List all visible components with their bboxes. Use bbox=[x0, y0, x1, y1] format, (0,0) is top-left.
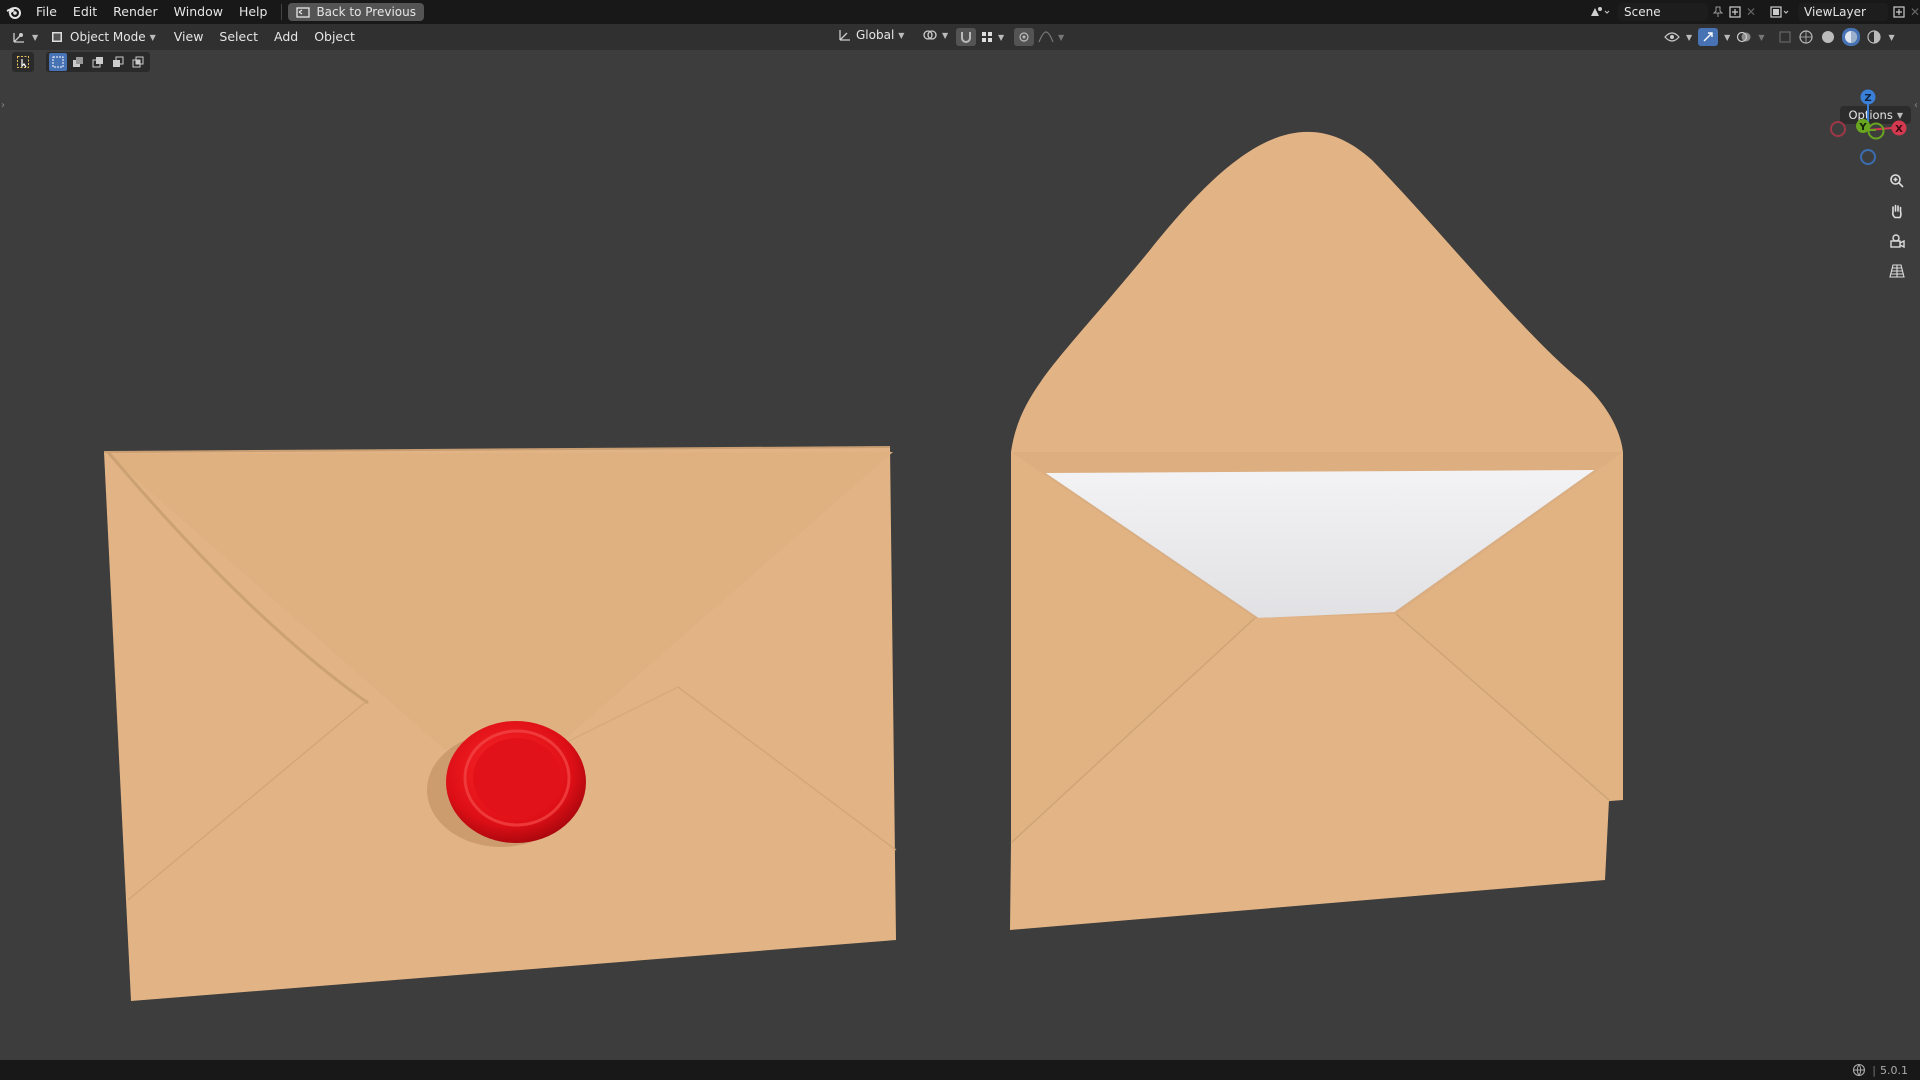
network-globe-icon bbox=[1852, 1063, 1866, 1077]
pivot-icon bbox=[922, 28, 938, 42]
open-envelope-flap bbox=[1011, 131, 1623, 452]
proportional-editing-controls: ▼ bbox=[1014, 28, 1064, 46]
editor-type-selector[interactable]: ▼ bbox=[12, 30, 42, 44]
viewport-display-controls: ▼ ▼ ▼ ▼ bbox=[1664, 28, 1895, 46]
menu-select[interactable]: Select bbox=[211, 25, 266, 49]
status-bar: | 5.0.1 bbox=[0, 1060, 1920, 1080]
solid-shading-icon[interactable] bbox=[1820, 29, 1836, 45]
snapping-controls: ▼ bbox=[956, 28, 1004, 46]
snap-grid-icon[interactable] bbox=[980, 30, 994, 44]
overlays-icon[interactable] bbox=[1736, 30, 1752, 44]
menu-render[interactable]: Render bbox=[105, 0, 166, 24]
rendered-shading-icon[interactable] bbox=[1866, 29, 1882, 45]
proportional-editing-icon[interactable] bbox=[1014, 28, 1034, 46]
pivot-point-selector[interactable]: ▼ bbox=[922, 28, 948, 42]
view-layer-selector: ViewLayer ✕ bbox=[1766, 3, 1920, 21]
material-preview-shading-icon[interactable] bbox=[1842, 28, 1861, 46]
magnet-icon[interactable] bbox=[956, 28, 976, 46]
gizmo-toggle-icon[interactable] bbox=[1698, 28, 1719, 46]
3d-viewport-icon bbox=[12, 30, 28, 44]
menu-add[interactable]: Add bbox=[266, 25, 306, 49]
wax-seal-center bbox=[473, 738, 561, 818]
status-separator: | bbox=[1872, 1063, 1876, 1077]
menu-view[interactable]: View bbox=[166, 25, 212, 49]
menu-file[interactable]: File bbox=[28, 0, 65, 24]
chevron-down-icon: ▼ bbox=[32, 32, 39, 42]
chevron-down-icon: ▼ bbox=[898, 30, 905, 40]
xray-toggle-icon[interactable] bbox=[1778, 30, 1792, 44]
wireframe-shading-icon[interactable] bbox=[1798, 29, 1814, 45]
orientation-label: Global bbox=[856, 28, 895, 42]
chevron-down-icon: ▼ bbox=[998, 32, 1005, 42]
scene-render bbox=[103, 131, 1623, 1001]
transform-orientation-selector[interactable]: Global ▼ bbox=[838, 28, 904, 42]
back-to-previous-button[interactable]: Back to Previous bbox=[288, 3, 424, 21]
menu-window[interactable]: Window bbox=[166, 0, 231, 24]
view-layer-icon[interactable] bbox=[1766, 5, 1794, 19]
back-to-previous-label: Back to Previous bbox=[316, 5, 416, 19]
mode-label: Object Mode bbox=[70, 30, 146, 44]
open-envelope bbox=[1010, 131, 1623, 930]
view-layer-field[interactable]: ViewLayer bbox=[1798, 3, 1888, 21]
falloff-curve-icon[interactable] bbox=[1038, 31, 1054, 43]
menu-edit[interactable]: Edit bbox=[65, 0, 105, 24]
screen-icon bbox=[296, 6, 311, 18]
closed-envelope bbox=[103, 446, 897, 1001]
new-scene-icon[interactable] bbox=[1728, 5, 1742, 19]
close-view-layer-icon[interactable]: ✕ bbox=[1910, 5, 1920, 19]
scene-selector: Scene ✕ bbox=[1586, 3, 1756, 21]
top-bar: File Edit Render Window Help Back to Pre… bbox=[0, 0, 1920, 24]
blender-version: 5.0.1 bbox=[1880, 1063, 1908, 1077]
chevron-down-icon: ▼ bbox=[149, 32, 156, 42]
object-mode-icon bbox=[50, 30, 64, 44]
scene-name: Scene bbox=[1624, 5, 1661, 19]
close-scene-icon[interactable]: ✕ bbox=[1746, 5, 1756, 19]
blender-logo-icon[interactable] bbox=[0, 0, 28, 24]
orientation-icon bbox=[838, 28, 852, 42]
chevron-down-icon: ▼ bbox=[1058, 32, 1065, 42]
chevron-down-icon: ▼ bbox=[942, 30, 949, 40]
scene-name-field[interactable]: Scene bbox=[1618, 3, 1708, 21]
visibility-eye-icon[interactable] bbox=[1664, 31, 1680, 43]
3d-viewport[interactable]: › ‹ Options ▼ Z Y X bbox=[0, 50, 1920, 1060]
viewport-header: ▼ Object Mode ▼ View Select Add Object G… bbox=[0, 24, 1920, 50]
scene-icon[interactable] bbox=[1586, 5, 1614, 19]
pin-icon[interactable] bbox=[1712, 6, 1724, 18]
chevron-down-icon: ▼ bbox=[1724, 32, 1731, 42]
chevron-down-icon: ▼ bbox=[1888, 32, 1895, 42]
chevron-down-icon: ▼ bbox=[1758, 32, 1765, 42]
chevron-down-icon: ▼ bbox=[1686, 32, 1693, 42]
new-view-layer-icon[interactable] bbox=[1892, 5, 1906, 19]
menu-help[interactable]: Help bbox=[231, 0, 276, 24]
mode-selector[interactable]: Object Mode ▼ bbox=[50, 30, 156, 44]
menu-object[interactable]: Object bbox=[306, 25, 363, 49]
view-layer-name: ViewLayer bbox=[1804, 5, 1866, 19]
divider bbox=[281, 4, 283, 20]
